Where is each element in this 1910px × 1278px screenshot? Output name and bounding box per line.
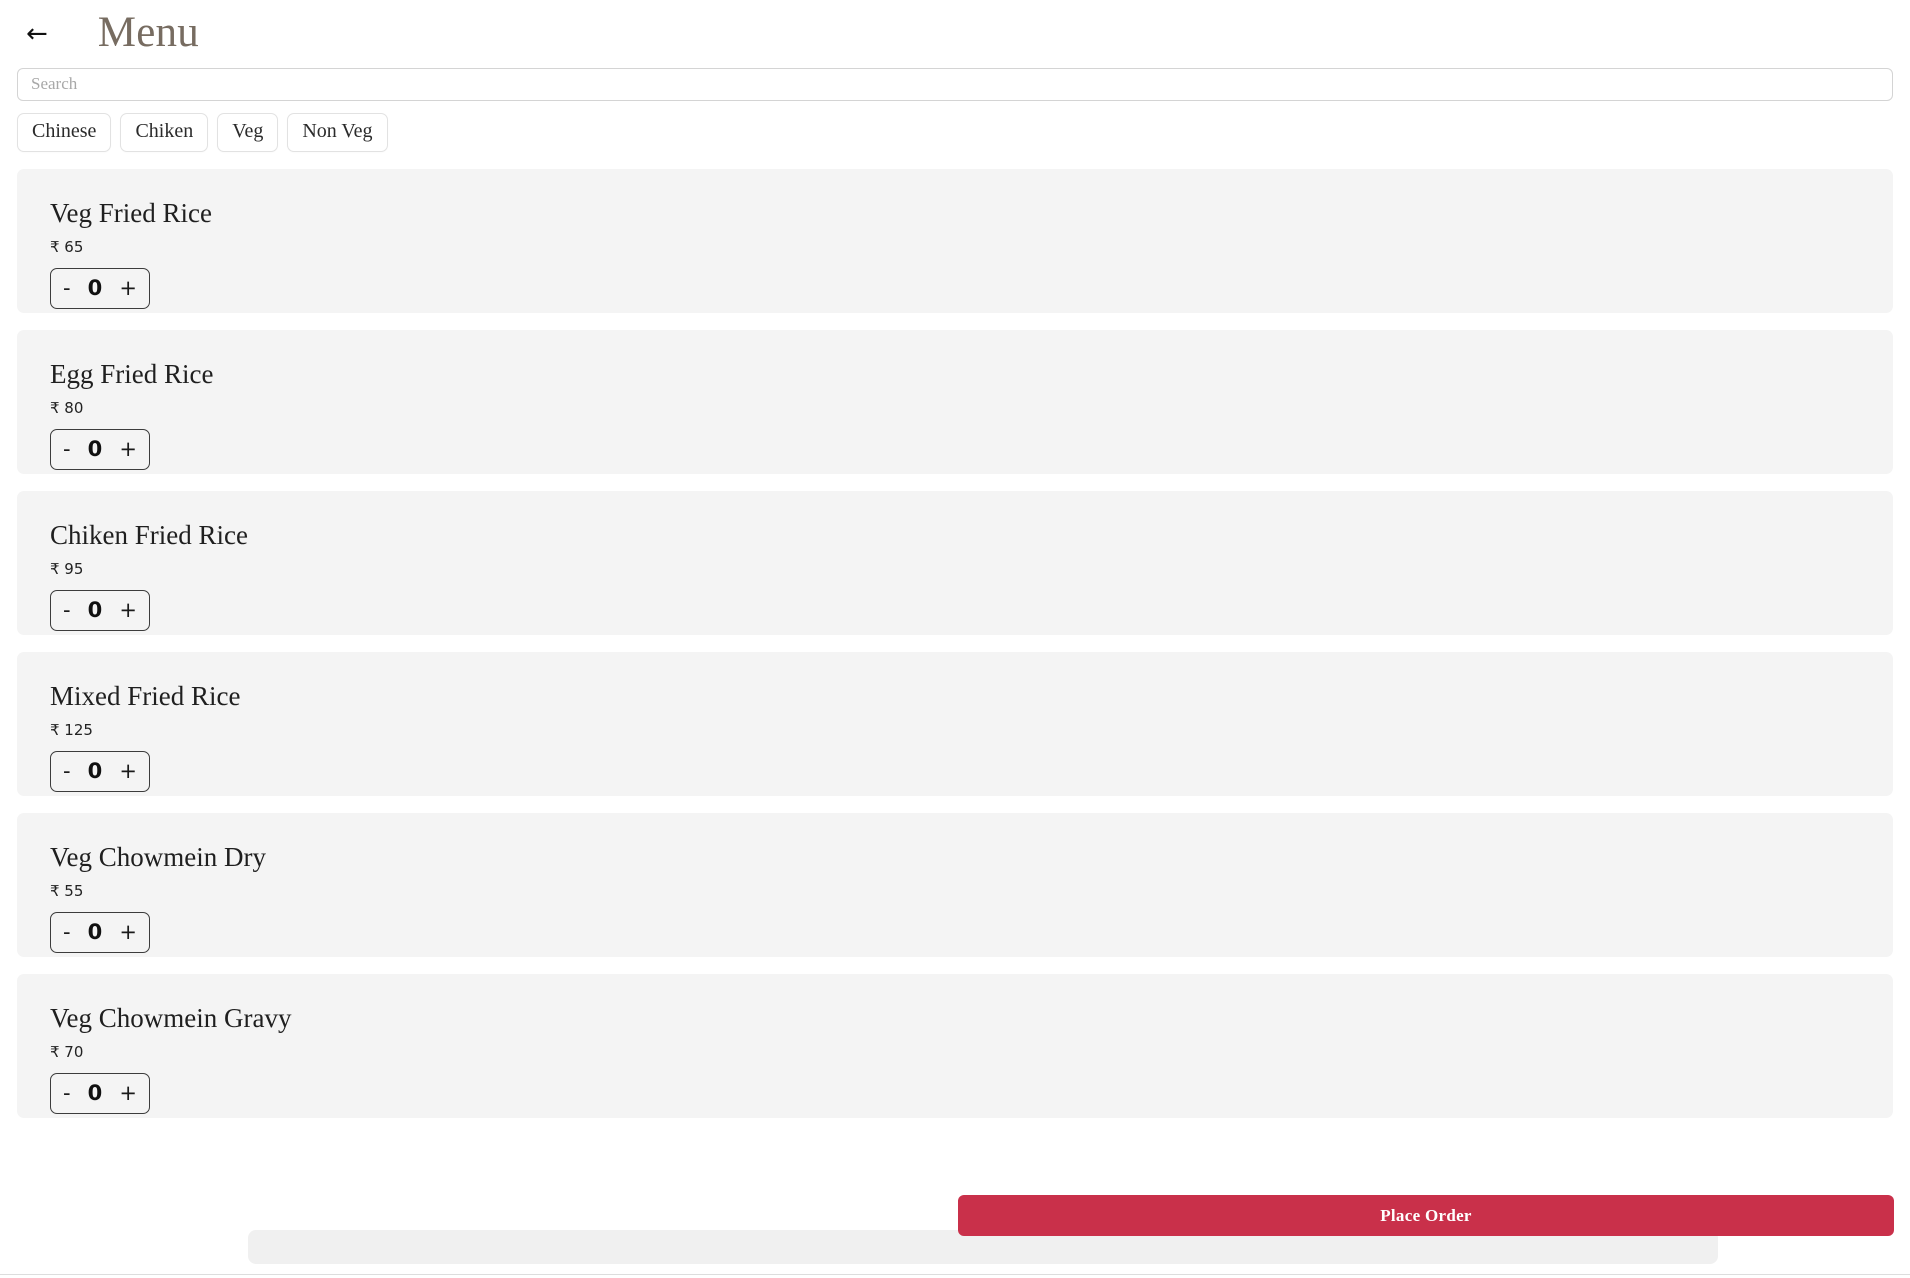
item-name: Veg Chowmein Gravy — [50, 1003, 292, 1033]
decrement-button[interactable]: - — [63, 438, 71, 460]
item-price: ₹ 80 — [50, 398, 84, 417]
increment-button[interactable]: + — [119, 1082, 137, 1104]
menu-item-list: Veg Fried Rice ₹ 65 - 0 + Egg Fried Rice… — [0, 169, 1910, 1118]
quantity-value: 0 — [87, 436, 103, 461]
quantity-stepper: - 0 + — [50, 428, 150, 470]
increment-button[interactable]: + — [119, 760, 137, 782]
quantity-stepper: - 0 + — [50, 1072, 150, 1114]
item-name: Veg Fried Rice — [50, 198, 212, 228]
menu-item-card: Mixed Fried Rice ₹ 125 - 0 + — [17, 652, 1893, 796]
item-price: ₹ 125 — [50, 720, 93, 739]
bottom-action-bar: Place Order — [0, 1190, 1910, 1278]
menu-item-card: Veg Chowmein Gravy ₹ 70 - 0 + — [17, 974, 1893, 1118]
quantity-value: 0 — [87, 919, 103, 944]
quantity-value: 0 — [87, 1080, 103, 1105]
menu-item-card: Chiken Fried Rice ₹ 95 - 0 + — [17, 491, 1893, 635]
filter-chip-chiken[interactable]: Chiken — [120, 113, 209, 152]
search-input[interactable] — [17, 68, 1893, 101]
page-title: Menu — [97, 8, 199, 56]
quantity-value: 0 — [87, 275, 103, 300]
item-name: Veg Chowmein Dry — [50, 842, 266, 872]
decrement-button[interactable]: - — [63, 921, 71, 943]
increment-button[interactable]: + — [119, 599, 137, 621]
quantity-stepper: - 0 + — [50, 589, 150, 631]
menu-screen: ← Menu Chinese Chiken Veg Non Veg Veg Fr… — [0, 0, 1910, 1278]
menu-item-card: Veg Fried Rice ₹ 65 - 0 + — [17, 169, 1893, 313]
item-name: Egg Fried Rice — [50, 359, 214, 389]
item-name: Chiken Fried Rice — [50, 520, 248, 550]
place-order-button[interactable]: Place Order — [958, 1195, 1894, 1236]
bottom-divider — [0, 1274, 1910, 1275]
increment-button[interactable]: + — [119, 277, 137, 299]
item-name: Mixed Fried Rice — [50, 681, 241, 711]
item-price: ₹ 55 — [50, 881, 84, 900]
search-bar — [0, 68, 1910, 101]
increment-button[interactable]: + — [119, 921, 137, 943]
decrement-button[interactable]: - — [63, 1082, 71, 1104]
increment-button[interactable]: + — [119, 438, 137, 460]
filter-chip-group: Chinese Chiken Veg Non Veg — [0, 101, 1910, 152]
item-price: ₹ 65 — [50, 237, 84, 256]
menu-item-card: Veg Chowmein Dry ₹ 55 - 0 + — [17, 813, 1893, 957]
decrement-button[interactable]: - — [63, 277, 71, 299]
quantity-stepper: - 0 + — [50, 267, 150, 309]
item-price: ₹ 95 — [50, 559, 84, 578]
header: ← Menu — [0, 0, 1910, 68]
back-arrow-icon[interactable]: ← — [20, 17, 54, 51]
decrement-button[interactable]: - — [63, 760, 71, 782]
decrement-button[interactable]: - — [63, 599, 71, 621]
filter-chip-non-veg[interactable]: Non Veg — [287, 113, 388, 152]
menu-item-card: Egg Fried Rice ₹ 80 - 0 + — [17, 330, 1893, 474]
quantity-value: 0 — [87, 758, 103, 783]
filter-chip-veg[interactable]: Veg — [217, 113, 279, 152]
filter-chip-chinese[interactable]: Chinese — [17, 113, 112, 152]
quantity-value: 0 — [87, 597, 103, 622]
quantity-stepper: - 0 + — [50, 911, 150, 953]
item-price: ₹ 70 — [50, 1042, 84, 1061]
quantity-stepper: - 0 + — [50, 750, 150, 792]
